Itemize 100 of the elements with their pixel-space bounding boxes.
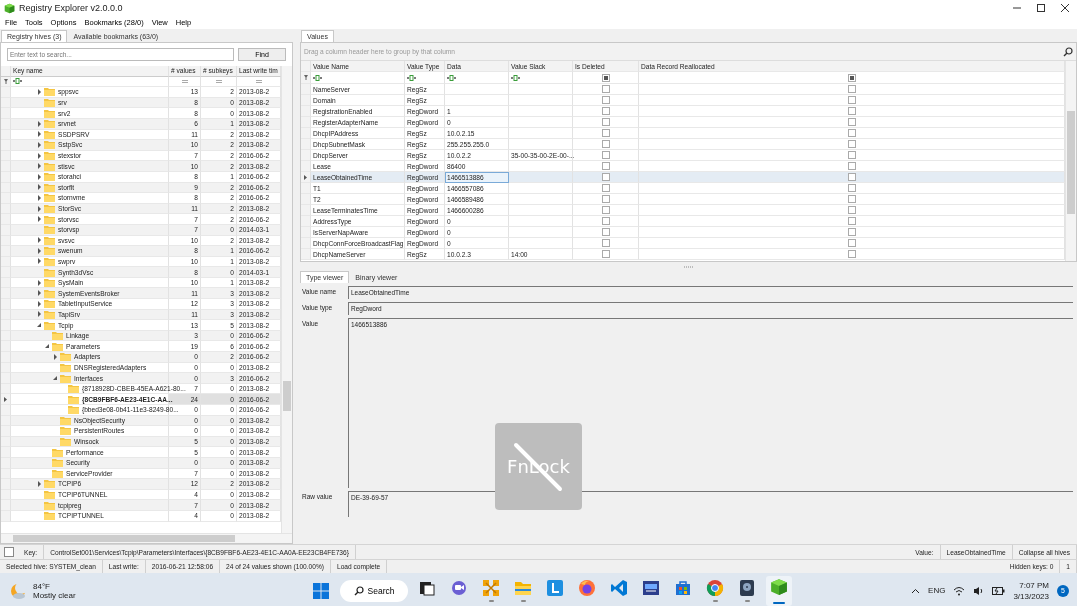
checkbox[interactable]	[847, 151, 856, 159]
chrome-icon	[706, 579, 724, 597]
folder-icon	[60, 437, 71, 447]
folder-icon	[44, 182, 55, 192]
checkbox[interactable]	[601, 239, 610, 247]
equals-icon	[181, 79, 188, 83]
checkbox[interactable]	[601, 217, 610, 225]
folder-icon	[52, 341, 63, 351]
expand-arrow-icon[interactable]	[37, 247, 42, 254]
checkbox[interactable]	[601, 85, 610, 93]
cube-icon	[770, 577, 788, 596]
expand-arrow-icon[interactable]	[37, 89, 42, 95]
folder-icon	[44, 500, 55, 510]
checkbox[interactable]	[847, 250, 856, 258]
battery-icon[interactable]	[992, 586, 1006, 595]
expand-arrow-icon[interactable]	[37, 290, 42, 297]
weather-text[interactable]: Mostly clear	[33, 590, 76, 600]
row-header[interactable]	[301, 172, 311, 183]
checkbox[interactable]	[601, 151, 610, 159]
expand-arrow-icon[interactable]	[37, 184, 42, 191]
checkbox[interactable]	[847, 140, 856, 148]
folder-icon	[44, 490, 55, 500]
filter-icon	[303, 75, 308, 80]
collapse-arrow-icon[interactable]	[45, 343, 50, 350]
checkbox[interactable]	[601, 162, 610, 170]
expand-arrow-icon[interactable]	[37, 258, 42, 265]
checkbox[interactable]	[847, 96, 856, 104]
checkbox[interactable]	[847, 107, 856, 115]
row-header[interactable]	[1, 394, 11, 405]
checkbox[interactable]	[601, 195, 610, 203]
horizontal-scrollbar[interactable]	[1, 533, 292, 543]
volume-icon[interactable]	[973, 585, 985, 596]
folder-icon	[44, 108, 55, 118]
checkbox[interactable]	[847, 239, 856, 247]
task-view-icon	[418, 579, 436, 597]
current-row-icon	[304, 174, 307, 180]
expand-arrow-icon[interactable]	[37, 152, 42, 159]
checkbox[interactable]	[601, 173, 610, 181]
minimize-icon	[1013, 4, 1021, 12]
checkbox[interactable]	[601, 250, 610, 258]
filter-icon	[3, 78, 8, 84]
filter-text-icon	[13, 78, 22, 85]
checkbox[interactable]	[601, 107, 610, 115]
windows-logo-icon	[312, 581, 330, 600]
temperature[interactable]: 84°F	[33, 581, 76, 591]
checkbox[interactable]	[847, 217, 856, 225]
checkbox[interactable]	[847, 206, 856, 214]
expand-arrow-icon[interactable]	[37, 194, 42, 201]
filter-checkbox-icon[interactable]	[847, 73, 856, 82]
expand-arrow-icon[interactable]	[37, 300, 42, 307]
expand-arrow-icon[interactable]	[37, 141, 42, 148]
expand-arrow-icon[interactable]	[37, 120, 42, 127]
search-button[interactable]: Search	[340, 579, 408, 602]
checkbox[interactable]	[601, 129, 610, 137]
checkbox[interactable]	[601, 140, 610, 148]
wifi-icon[interactable]	[953, 585, 966, 596]
checkbox[interactable]	[601, 206, 610, 214]
filter-checkbox-icon[interactable]	[601, 73, 610, 82]
expand-arrow-icon[interactable]	[37, 163, 42, 170]
folder-icon	[68, 394, 79, 404]
expand-arrow-icon[interactable]	[53, 353, 58, 360]
checkbox[interactable]	[847, 118, 856, 126]
expand-arrow-icon[interactable]	[37, 205, 42, 212]
checkbox[interactable]	[601, 118, 610, 126]
checkbox[interactable]	[847, 85, 856, 93]
folder-icon	[52, 447, 63, 457]
checkbox[interactable]	[847, 195, 856, 203]
expand-arrow-icon[interactable]	[37, 279, 42, 286]
expand-arrow-icon[interactable]	[37, 173, 42, 180]
caret-icon[interactable]	[911, 587, 921, 594]
clock-date[interactable]: 3/13/2023	[1013, 591, 1049, 601]
collapse-arrow-icon[interactable]	[37, 322, 42, 329]
expand-arrow-icon[interactable]	[37, 131, 42, 138]
collapse-arrow-icon[interactable]	[53, 375, 58, 381]
expand-arrow-icon[interactable]	[37, 237, 42, 244]
checkbox[interactable]	[601, 228, 610, 236]
l-letter-icon	[546, 579, 564, 597]
checkbox[interactable]	[847, 162, 856, 170]
folder-icon	[44, 278, 55, 288]
checkbox[interactable]	[847, 129, 856, 137]
checkbox[interactable]	[4, 547, 14, 557]
expand-arrow-icon[interactable]	[37, 216, 42, 223]
folder-icon	[52, 468, 63, 478]
expand-arrow-icon[interactable]	[37, 480, 42, 487]
scrollbar[interactable]	[1065, 61, 1076, 261]
folder-icon	[44, 309, 55, 319]
checkbox[interactable]	[847, 184, 856, 192]
checkbox[interactable]	[601, 96, 610, 104]
checkbox[interactable]	[847, 173, 856, 181]
splitter-grip-icon[interactable]	[683, 265, 694, 268]
expand-arrow-icon[interactable]	[37, 311, 42, 318]
clock-time[interactable]: 7:07 PM	[1019, 580, 1049, 590]
window-title: Registry Explorer v2.0.0.0	[19, 3, 123, 13]
checkbox[interactable]	[847, 228, 856, 236]
code-editor-icon	[610, 579, 628, 597]
scrollbar[interactable]	[281, 66, 292, 533]
search-icon[interactable]	[1063, 46, 1073, 57]
folder-icon	[44, 257, 55, 266]
language-indicator[interactable]: ENG	[928, 586, 946, 595]
checkbox[interactable]	[601, 184, 610, 192]
